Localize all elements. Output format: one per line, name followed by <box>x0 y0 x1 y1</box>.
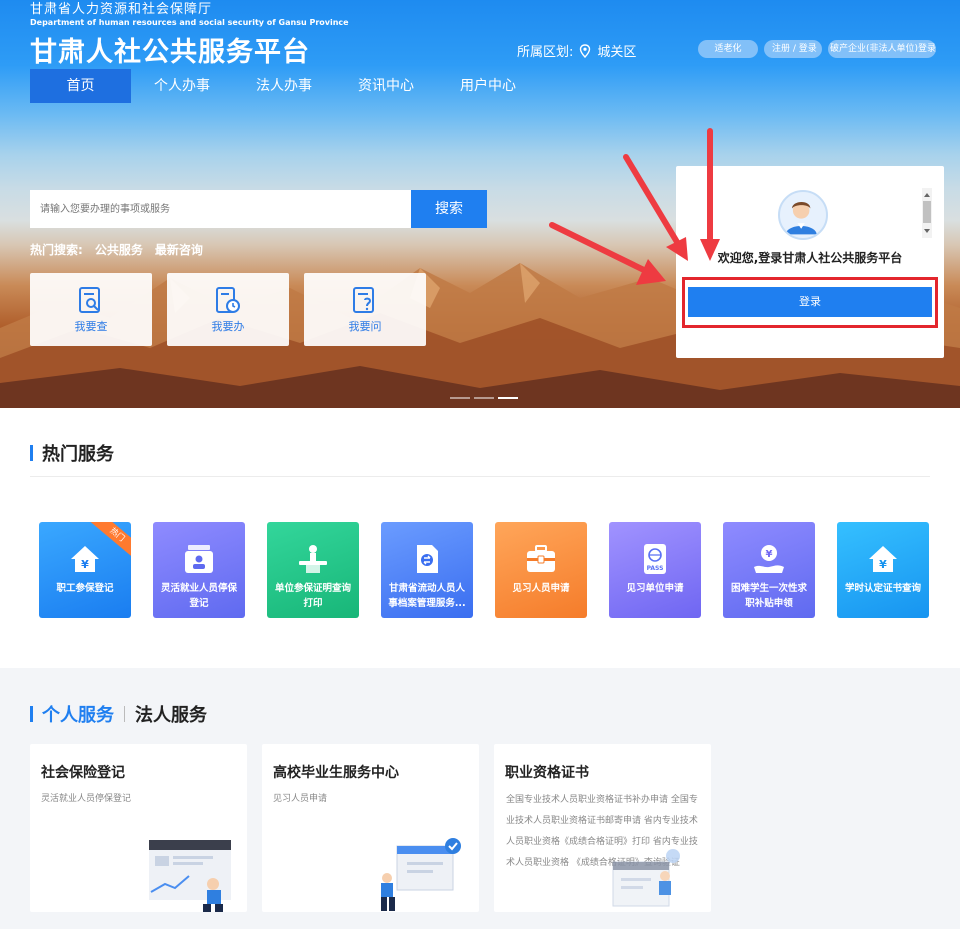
service-unit-insurance-proof[interactable]: 单位参保证明查询 打印 <box>267 522 359 618</box>
location-pin-icon <box>580 43 591 58</box>
search-document-icon <box>79 286 100 313</box>
elderly-mode-button[interactable]: 适老化 <box>698 40 758 58</box>
org-name-cn: 甘肃省人力资源和社会保障厅 <box>30 2 213 17</box>
avatar <box>778 190 828 240</box>
card-graduate-service-center[interactable]: 高校毕业生服务中心 见习人员申请 <box>262 744 479 912</box>
quick-actions: 我要查 我要办 我要问 <box>30 273 426 346</box>
card-professional-qualification[interactable]: 职业资格证书 全国专业技术人员职业资格证书补办申请 全国专业技术人员职业资格证书… <box>494 744 711 912</box>
clock-document-icon <box>216 286 240 313</box>
service-label: 单位参保证明查询 <box>274 583 351 594</box>
site-title: 甘肃人社公共服务平台 <box>30 37 310 68</box>
login-button[interactable]: 登录 <box>688 287 932 317</box>
nav-news[interactable]: 资讯中心 <box>335 69 437 103</box>
svg-text:¥: ¥ <box>766 549 773 560</box>
service-label: 困难学生一次性求 <box>730 583 807 594</box>
login-panel: 欢迎您,登录甘肃人社公共服务平台 登录 <box>676 166 944 358</box>
register-login-button[interactable]: 注册 / 登录 <box>764 40 822 58</box>
title-accent-bar <box>30 706 33 722</box>
svg-text:¥: ¥ <box>879 558 887 571</box>
hot-search: 热门搜索: 公共服务 最新咨询 <box>30 241 203 258</box>
insurance-illustration-icon <box>149 840 231 912</box>
card-link[interactable]: 灵活就业人员停保登记 <box>41 791 131 804</box>
service-tabs: 个人服务 法人服务 <box>30 701 207 727</box>
divider <box>30 476 930 477</box>
nav-home[interactable]: 首页 <box>30 69 131 103</box>
org-name-en: Department of human resources and social… <box>30 18 349 27</box>
nav-personal[interactable]: 个人办事 <box>131 69 233 103</box>
carousel-dot[interactable] <box>450 397 470 399</box>
service-label: 登记 <box>189 598 209 609</box>
service-flexible-employment-stop[interactable]: 灵活就业人员停保 登记 <box>153 522 245 618</box>
carousel-dot-active[interactable] <box>498 397 518 399</box>
hand-coin-icon: ¥ <box>754 545 784 573</box>
search-button[interactable]: 搜索 <box>411 190 487 228</box>
nav-corporate[interactable]: 法人办事 <box>233 69 335 103</box>
service-label: 事档案管理服务... <box>388 598 466 609</box>
hot-services-title-text: 热门服务 <box>42 444 114 465</box>
service-label: 甘肃省流动人员人 <box>388 583 465 594</box>
nav-user-center[interactable]: 用户中心 <box>437 69 539 103</box>
podium-person-icon <box>299 545 327 573</box>
region-selector[interactable]: 所属区划: 城关区 <box>517 41 636 60</box>
service-credit-hours-certificate[interactable]: ¥ 学时认定证书查询 <box>837 522 929 618</box>
service-label: 学时认定证书查询 <box>844 583 921 594</box>
carousel-indicators <box>450 397 518 399</box>
quick-action-label: 我要办 <box>211 319 245 333</box>
tab-personal-services[interactable]: 个人服务 <box>42 701 114 727</box>
scroll-down-icon[interactable] <box>924 229 930 233</box>
briefcase-icon <box>527 545 555 572</box>
card-link[interactable]: 见习人员申请 <box>273 791 327 804</box>
scrollbar-thumb[interactable] <box>923 201 931 223</box>
card-title: 社会保险登记 <box>41 765 125 781</box>
service-label: 灵活就业人员停保 <box>160 583 237 594</box>
service-employee-insurance-registration[interactable]: 热门 ¥ 职工参保登记 <box>39 522 131 618</box>
main-nav: 首页 个人办事 法人办事 资讯中心 用户中心 <box>30 69 539 103</box>
quick-action-handle[interactable]: 我要办 <box>167 273 289 346</box>
region-label: 所属区划: <box>517 45 574 60</box>
user-avatar-icon <box>785 202 817 235</box>
service-label: 见习单位申请 <box>626 583 684 594</box>
service-trainee-unit-application[interactable]: PASS 见习单位申请 <box>609 522 701 618</box>
top-action-buttons: 适老化 注册 / 登录 破产企业(非法人单位)登录 <box>698 40 936 58</box>
svg-text:PASS: PASS <box>647 565 664 572</box>
certificate-illustration-icon <box>612 849 680 907</box>
quick-action-query[interactable]: 我要查 <box>30 273 152 346</box>
hot-services-title: 热门服务 <box>30 440 114 466</box>
quick-action-label: 我要问 <box>348 319 382 333</box>
region-value: 城关区 <box>597 45 637 60</box>
bankrupt-enterprise-login-button[interactable]: 破产企业(非法人单位)登录 <box>828 40 936 58</box>
service-student-subsidy[interactable]: ¥ 困难学生一次性求 职补贴申领 <box>723 522 815 618</box>
card-title: 职业资格证书 <box>505 765 589 781</box>
service-trainee-application[interactable]: 见习人员申请 <box>495 522 587 618</box>
hot-search-label: 热门搜索: <box>30 243 83 257</box>
quick-action-ask[interactable]: 我要问 <box>304 273 426 346</box>
hot-search-term[interactable]: 最新咨询 <box>155 241 203 258</box>
org-name: 甘肃省人力资源和社会保障厅 Department of human resour… <box>30 2 349 28</box>
question-document-icon <box>353 286 374 313</box>
passport-icon: PASS <box>644 544 666 574</box>
scroll-up-icon[interactable] <box>924 193 930 197</box>
card-title: 高校毕业生服务中心 <box>273 765 399 781</box>
person-card-icon <box>185 545 213 573</box>
svg-text:¥: ¥ <box>81 558 89 571</box>
file-transfer-icon <box>417 545 438 573</box>
title-accent-bar <box>30 445 33 461</box>
service-label: 职补贴申领 <box>745 598 793 609</box>
welcome-text: 欢迎您,登录甘肃人社公共服务平台 <box>717 251 903 265</box>
service-label: 见习人员申请 <box>512 583 570 594</box>
house-yen-icon: ¥ <box>869 546 897 572</box>
carousel-dot[interactable] <box>474 397 494 399</box>
tab-separator <box>124 706 125 722</box>
service-label: 职工参保登记 <box>56 583 114 594</box>
graduate-illustration-icon <box>381 838 461 911</box>
search-input[interactable] <box>30 190 411 228</box>
quick-action-label: 我要查 <box>74 319 108 333</box>
service-label: 打印 <box>303 598 323 609</box>
card-social-insurance[interactable]: 社会保险登记 灵活就业人员停保登记 <box>30 744 247 912</box>
tab-corporate-services[interactable]: 法人服务 <box>135 701 207 727</box>
service-floating-personnel-files[interactable]: 甘肃省流动人员人 事档案管理服务... <box>381 522 473 618</box>
house-yen-icon: ¥ <box>71 546 99 572</box>
hot-search-term[interactable]: 公共服务 <box>95 241 143 258</box>
hot-services-list: 热门 ¥ 职工参保登记 灵活就业人员停保 登记 单位参保证明查询 打印 甘肃省流… <box>39 522 929 618</box>
